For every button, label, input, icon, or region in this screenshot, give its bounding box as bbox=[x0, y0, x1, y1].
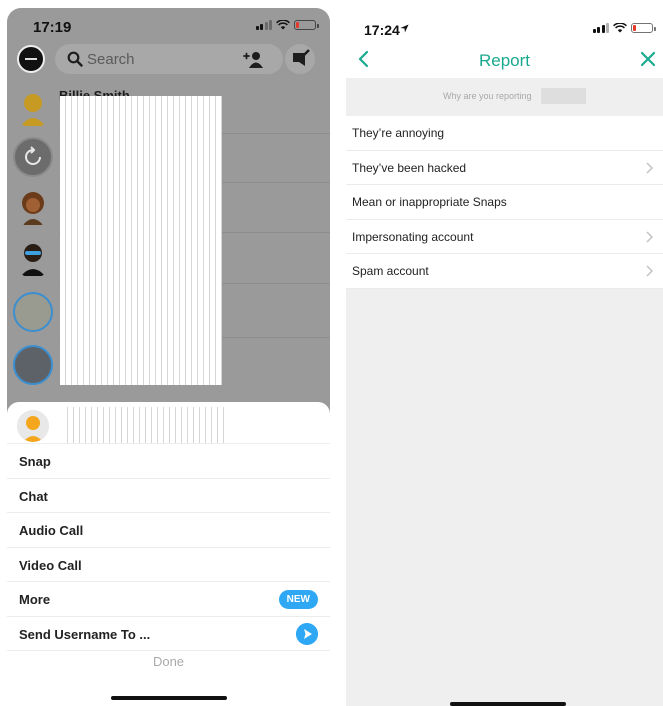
top-bar: Search bbox=[7, 42, 330, 76]
close-icon[interactable] bbox=[639, 50, 657, 68]
done-button[interactable]: Done bbox=[7, 654, 330, 669]
add-friend-icon[interactable] bbox=[243, 51, 263, 69]
status-bar: 17:24 bbox=[346, 8, 663, 42]
chat-screen-dimmed: 17:19 Search Billie Smith bbox=[7, 8, 330, 706]
sheet-item-send-username[interactable]: Send Username To ... bbox=[7, 617, 330, 651]
bitmoji-avatar bbox=[17, 410, 49, 442]
sheet-item-chat[interactable]: Chat bbox=[7, 479, 330, 513]
signal-icon bbox=[255, 20, 272, 30]
reason-label: They’ve been hacked bbox=[352, 160, 467, 175]
battery-icon bbox=[294, 20, 319, 30]
story-avatar bbox=[13, 345, 53, 385]
redacted-username bbox=[62, 407, 224, 443]
sheet-item-snap[interactable]: Snap bbox=[7, 444, 330, 479]
new-badge: NEW bbox=[278, 590, 318, 609]
why-reporting-label: Why are you reporting bbox=[443, 91, 532, 101]
status-time: 17:19 bbox=[33, 19, 72, 36]
battery-icon bbox=[631, 23, 656, 33]
reason-label: They’re annoying bbox=[352, 126, 445, 140]
sheet-header bbox=[7, 402, 330, 444]
location-arrow-icon bbox=[400, 24, 409, 33]
sheet-item-video-call[interactable]: Video Call bbox=[7, 548, 330, 582]
reason-hacked[interactable]: They’ve been hacked bbox=[346, 150, 663, 185]
send-arrow-icon bbox=[296, 622, 318, 645]
sheet-item-label: Send Username To ... bbox=[19, 626, 151, 642]
reason-label: Mean or inappropriate Snaps bbox=[352, 195, 507, 209]
screen: 17:19 Search Billie Smith bbox=[0, 0, 663, 706]
signal-icon bbox=[592, 23, 609, 33]
replay-icon bbox=[25, 146, 41, 165]
bitmoji-avatar bbox=[21, 244, 45, 276]
bitmoji-avatar bbox=[21, 94, 45, 126]
reason-spam[interactable]: Spam account bbox=[346, 254, 663, 289]
profile-avatar[interactable] bbox=[17, 45, 45, 73]
search-placeholder: Search bbox=[87, 51, 135, 68]
chevron-right-icon bbox=[646, 161, 653, 174]
bitmoji-avatar bbox=[22, 192, 44, 225]
sheet-item-label: Video Call bbox=[19, 557, 82, 573]
search-icon bbox=[67, 51, 83, 67]
home-indicator bbox=[450, 702, 566, 706]
reason-label: Spam account bbox=[352, 264, 429, 278]
home-indicator bbox=[111, 696, 227, 700]
sheet-item-label: Audio Call bbox=[19, 523, 84, 538]
section-header: Why are you reporting bbox=[346, 78, 663, 116]
reason-annoying[interactable]: They’re annoying bbox=[346, 116, 663, 151]
reason-mean-snaps[interactable]: Mean or inappropriate Snaps bbox=[346, 185, 663, 220]
sheet-item-label: More bbox=[19, 592, 51, 607]
wifi-icon bbox=[276, 20, 290, 30]
redacted-names-block bbox=[60, 96, 222, 385]
status-time: 17:24 bbox=[364, 22, 400, 38]
page-title: Report bbox=[478, 51, 531, 70]
sheet-item-more[interactable]: More NEW bbox=[7, 582, 330, 617]
report-screen: 17:24 Report Why are you reporting They’… bbox=[346, 8, 663, 706]
status-bar: 17:19 bbox=[7, 8, 330, 40]
sheet-item-audio-call[interactable]: Audio Call bbox=[7, 513, 330, 548]
search-bar[interactable]: Search bbox=[55, 44, 315, 74]
sheet-item-label: Snap bbox=[19, 454, 51, 469]
nav-bar: Report bbox=[346, 42, 663, 78]
reason-label: Impersonating account bbox=[352, 229, 474, 244]
sheet-item-label: Chat bbox=[19, 488, 48, 504]
status-icons bbox=[255, 20, 319, 30]
status-icons bbox=[592, 23, 656, 33]
chevron-right-icon bbox=[646, 230, 653, 243]
action-sheet: Snap Chat Audio Call Video Call More NEW… bbox=[7, 402, 330, 706]
reason-impersonating[interactable]: Impersonating account bbox=[346, 219, 663, 254]
new-chat-button[interactable] bbox=[285, 44, 315, 74]
story-avatar bbox=[13, 292, 53, 332]
redacted-username bbox=[541, 88, 586, 104]
chevron-right-icon bbox=[646, 265, 653, 277]
wifi-icon bbox=[613, 23, 627, 33]
new-chat-icon bbox=[293, 49, 310, 66]
